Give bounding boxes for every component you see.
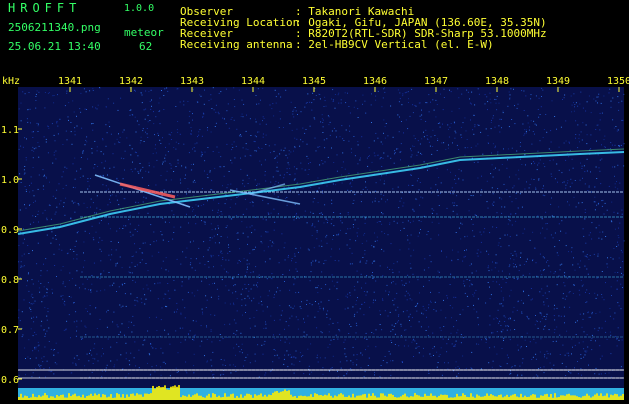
- spectrogram-panel: 1341 1342 1343 1344 1345 1346 1347 1348 1349 1350…: [0, 72, 629, 400]
- app-version: 1.0.0: [124, 3, 155, 14]
- x-tick-label: 1342: [119, 76, 143, 87]
- x-tick-label: 1346: [363, 76, 387, 87]
- x-tick-label: 1341: [58, 76, 82, 87]
- y-tick-label: 0.8: [1, 275, 19, 286]
- info-label: Receiving antenna: [180, 38, 293, 51]
- y-tick-label: 0.7: [1, 325, 19, 336]
- x-tick-label: 1348: [485, 76, 509, 87]
- app-logo: HROFFT: [8, 1, 82, 15]
- y-tick-label: 1.1: [1, 125, 19, 136]
- date-time: 25.06.21 13:40: [8, 40, 101, 53]
- x-tick-label: 1347: [424, 76, 448, 87]
- mode-label: meteor: [124, 26, 164, 39]
- info-value: : 2el-HB9CV Vertical (el. E-W): [295, 38, 494, 51]
- y-tick-label: 1.0: [1, 175, 19, 186]
- axis-unit-label: kHz: [2, 76, 20, 87]
- spectrum-field: [18, 87, 624, 400]
- header-panel: HROFFT 1.0.0 2506211340.png meteor 25.06…: [0, 0, 629, 72]
- info-antenna: Receiving antenna: 2el-HB9CV Vertical (e…: [180, 39, 494, 51]
- meteor-count: 62: [139, 40, 153, 53]
- x-tick-label: 1350: [607, 76, 629, 87]
- x-tick-label: 1344: [241, 76, 265, 87]
- x-tick-label: 1349: [546, 76, 570, 87]
- x-tick-label: 1343: [180, 76, 204, 87]
- spectrogram: 1341 1342 1343 1344 1345 1346 1347 1348 1349 1350…: [0, 72, 629, 400]
- y-tick-label: 0.6: [1, 375, 19, 386]
- y-tick-label: 0.9: [1, 225, 19, 236]
- image-filename: 2506211340.png: [8, 21, 101, 34]
- x-tick-label: 1345: [302, 76, 326, 87]
